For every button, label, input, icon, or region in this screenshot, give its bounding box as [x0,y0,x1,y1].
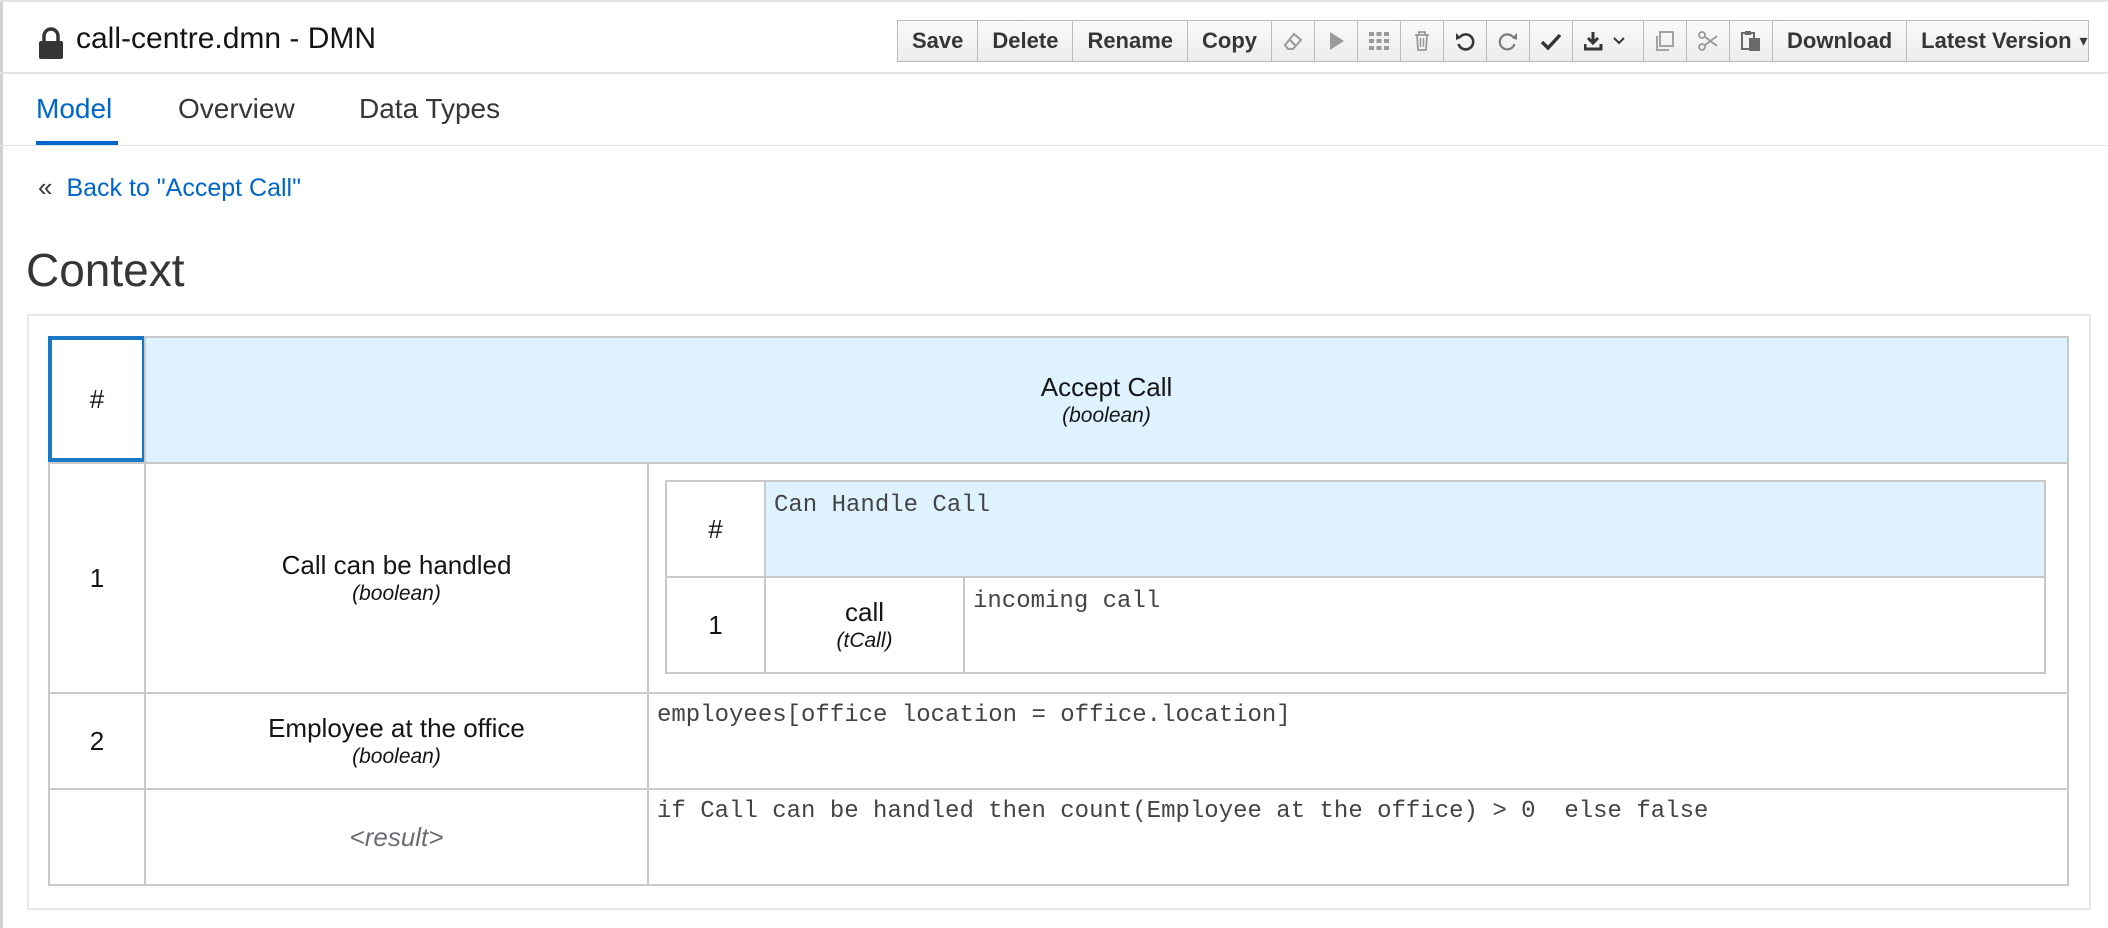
save-button[interactable]: Save [897,20,979,62]
header-row-number-cell[interactable]: # [48,336,146,462]
tab-data-types[interactable]: Data Types [359,92,500,126]
result-expression: if Call can be handled then count(Employ… [657,798,1709,825]
validate-button[interactable] [1529,20,1574,62]
entry-name: Employee at the office [268,713,525,743]
context-name: Accept Call [1040,372,1173,402]
cut-icon [1698,31,1718,51]
editor-title-bar: call-centre.dmn - DMN Save Delete Rename… [0,0,2108,74]
copy-icon [1656,31,1674,51]
nested-entry-type: (tCall) [836,629,893,652]
nested-row-number: 1 [708,609,723,640]
tab-overview[interactable]: Overview [178,92,295,126]
nested-entry-name-cell[interactable]: call (tCall) [764,576,965,674]
row-number: 2 [89,725,105,756]
back-link-label: Back to "Accept Call" [66,174,301,202]
copy-button[interactable]: Copy [1187,20,1273,62]
nested-header-hash: # [708,513,723,544]
context-entry-name-cell[interactable]: Call can be handled (boolean) [144,462,649,694]
result-label: <result> [349,821,444,852]
trash-icon [1415,31,1430,51]
nested-row-number-cell[interactable]: 1 [665,576,766,674]
run-button[interactable] [1314,20,1359,62]
lock-icon [39,27,63,59]
section-title: Context [26,244,185,296]
eraser-button[interactable] [1271,20,1316,62]
nested-expression-cell: # Can Handle Call 1 call (tCall) incomin… [647,462,2069,694]
duplicate-button[interactable] [1643,20,1688,62]
row-number-cell[interactable]: 1 [48,462,146,694]
active-tab-indicator [36,141,118,145]
grid-button[interactable] [1357,20,1402,62]
nested-entry-expression: incoming call [973,588,1161,615]
row-number-cell[interactable]: 2 [48,692,146,790]
play-icon [1330,32,1345,50]
header-hash: # [89,383,105,414]
back-link[interactable]: « Back to "Accept Call" [38,170,301,205]
check-icon [1540,33,1562,51]
entry-type: (boolean) [352,582,441,605]
double-chevron-left-icon: « [38,172,53,202]
latest-version-label: Latest Version [1921,28,2072,53]
nested-header-number-cell[interactable]: # [665,480,766,578]
context-grid: # Accept Call (boolean) 1 Call can be ha… [27,314,2091,910]
delete-button[interactable]: Delete [977,20,1074,62]
editor-toolbar: Save Delete Rename Copy Download Latest … [897,20,2089,62]
nested-entry-name: call [844,597,884,627]
latest-version-button[interactable]: Latest Version ▾ [1906,20,2089,62]
undo-button[interactable] [1443,20,1488,62]
export-dropdown-icon [1584,32,1625,51]
download-button[interactable]: Download [1772,20,1908,62]
dmn-editor-page: call-centre.dmn - DMN Save Delete Rename… [0,0,2108,928]
context-entry-name-cell[interactable]: Employee at the office (boolean) [144,692,649,790]
result-row-number-cell[interactable] [48,788,146,886]
chevron-down-icon: ▾ [2079,33,2088,50]
editor-tabs: Model Overview Data Types [0,74,2108,146]
eraser-icon [1283,32,1303,50]
paste-icon [1741,31,1761,51]
entry-type: (boolean) [352,745,441,768]
entry-expression: employees[office location = office.locat… [657,702,1291,729]
undo-icon [1456,33,1475,51]
result-name-cell[interactable]: <result> [144,788,649,886]
nested-entry-expression-cell[interactable]: incoming call [963,576,2046,674]
paste-button[interactable] [1729,20,1774,62]
context-type: (boolean) [1062,404,1151,427]
redo-button[interactable] [1486,20,1531,62]
rename-button[interactable]: Rename [1072,20,1189,62]
context-header-cell[interactable]: Accept Call (boolean) [144,336,2069,464]
redo-icon [1498,33,1518,51]
export-dropdown-button[interactable] [1572,20,1645,62]
row-number: 1 [89,562,105,593]
nested-header-cell[interactable]: Can Handle Call [764,480,2046,578]
editor-title: call-centre.dmn - DMN [76,22,377,55]
cut-button[interactable] [1686,20,1731,62]
tab-model[interactable]: Model [36,92,112,126]
context-entry-expression-cell[interactable]: employees[office location = office.locat… [647,692,2069,790]
entry-name: Call can be handled [281,550,512,580]
trash-button[interactable] [1400,20,1445,62]
grid-icon [1369,32,1390,50]
nested-header-name: Can Handle Call [774,492,991,519]
result-expression-cell[interactable]: if Call can be handled then count(Employ… [647,788,2069,886]
